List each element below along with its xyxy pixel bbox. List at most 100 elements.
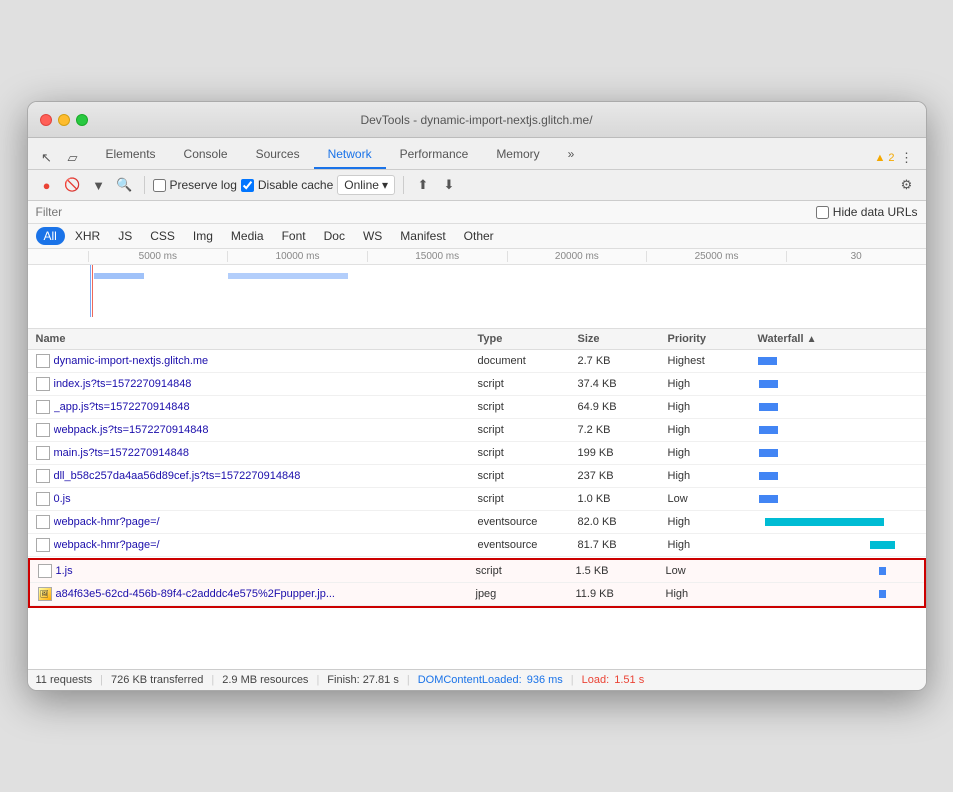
row-size-7: 82.0 KB bbox=[578, 516, 668, 528]
table-row[interactable]: _app.js?ts=1572270914848 script 64.9 KB … bbox=[28, 396, 926, 419]
table-row-highlighted-1[interactable]: 1.js script 1.5 KB Low bbox=[30, 560, 924, 583]
row-type-2: script bbox=[478, 401, 578, 413]
row-name-0: dynamic-import-nextjs.glitch.me bbox=[36, 354, 478, 368]
table-empty-space bbox=[28, 609, 926, 669]
table-row[interactable]: webpack-hmr?page=/ eventsource 81.7 KB H… bbox=[28, 534, 926, 557]
type-filter-img[interactable]: Img bbox=[185, 227, 221, 245]
table-row[interactable]: webpack.js?ts=1572270914848 script 7.2 K… bbox=[28, 419, 926, 442]
col-extra bbox=[898, 333, 918, 345]
row-priority-5: High bbox=[668, 470, 758, 482]
tab-more[interactable]: » bbox=[554, 141, 589, 169]
row-type-6: script bbox=[478, 493, 578, 505]
preserve-log-checkbox[interactable] bbox=[153, 179, 166, 192]
tab-elements[interactable]: Elements bbox=[92, 141, 170, 169]
row-type-0: document bbox=[478, 355, 578, 367]
export-button[interactable]: ⬇ bbox=[438, 174, 460, 196]
tab-sources[interactable]: Sources bbox=[242, 141, 314, 169]
inspect-tool[interactable]: ▱ bbox=[62, 147, 84, 169]
preserve-log-label[interactable]: Preserve log bbox=[153, 178, 237, 192]
filter-input[interactable] bbox=[36, 205, 116, 219]
throttle-select[interactable]: Online ▾ bbox=[337, 175, 395, 195]
tab-memory[interactable]: Memory bbox=[482, 141, 553, 169]
more-options-button[interactable]: ⋮ bbox=[896, 147, 918, 169]
table-row[interactable]: dll_b58c257da4aa56d89cef.js?ts=157227091… bbox=[28, 465, 926, 488]
minimize-button[interactable] bbox=[58, 114, 70, 126]
waterfall-bar-10 bbox=[879, 590, 886, 598]
tab-performance[interactable]: Performance bbox=[386, 141, 483, 169]
row-name-text-1: index.js?ts=1572270914848 bbox=[54, 378, 192, 390]
close-button[interactable] bbox=[40, 114, 52, 126]
timeline-ruler: 5000 ms 10000 ms 15000 ms 20000 ms 25000… bbox=[28, 249, 926, 265]
row-name-8: webpack-hmr?page=/ bbox=[36, 538, 478, 552]
window-title: DevTools - dynamic-import-nextjs.glitch.… bbox=[360, 113, 592, 127]
row-priority-0: Highest bbox=[668, 355, 758, 367]
import-button[interactable]: ⬆ bbox=[412, 174, 434, 196]
row-priority-2: High bbox=[668, 401, 758, 413]
row-waterfall-9 bbox=[756, 563, 896, 579]
type-filter-manifest[interactable]: Manifest bbox=[392, 227, 453, 245]
table-row[interactable]: webpack-hmr?page=/ eventsource 82.0 KB H… bbox=[28, 511, 926, 534]
hide-urls-checkbox[interactable] bbox=[816, 206, 829, 219]
type-filter-font[interactable]: Font bbox=[274, 227, 314, 245]
waterfall-bar-7 bbox=[765, 518, 884, 526]
type-filter-css[interactable]: CSS bbox=[142, 227, 183, 245]
record-button[interactable]: ● bbox=[36, 174, 58, 196]
type-filter-ws[interactable]: WS bbox=[355, 227, 390, 245]
type-filter-other[interactable]: Other bbox=[456, 227, 502, 245]
table-row[interactable]: index.js?ts=1572270914848 script 37.4 KB… bbox=[28, 373, 926, 396]
hide-urls-label[interactable]: Hide data URLs bbox=[816, 205, 918, 219]
col-name: Name bbox=[36, 333, 478, 345]
filter-bar: Hide data URLs bbox=[28, 201, 926, 224]
disable-cache-checkbox[interactable] bbox=[241, 179, 254, 192]
disable-cache-label[interactable]: Disable cache bbox=[241, 178, 333, 192]
timeline-segment-1 bbox=[94, 273, 144, 279]
row-priority-1: High bbox=[668, 378, 758, 390]
tab-console[interactable]: Console bbox=[170, 141, 242, 169]
separator-2 bbox=[403, 176, 404, 194]
row-icon-1 bbox=[36, 377, 50, 391]
filter-icon-button[interactable]: ▼ bbox=[88, 174, 110, 196]
row-name-text-10: a84f63e5-62cd-456b-89f4-c2adddc4e575%2Fp… bbox=[56, 588, 336, 600]
tick-5000: 5000 ms bbox=[88, 251, 228, 262]
devtools-window: DevTools - dynamic-import-nextjs.glitch.… bbox=[27, 101, 927, 691]
row-waterfall-4 bbox=[758, 445, 898, 461]
table-row[interactable]: dynamic-import-nextjs.glitch.me document… bbox=[28, 350, 926, 373]
row-type-8: eventsource bbox=[478, 539, 578, 551]
row-name-text-9: 1.js bbox=[56, 565, 73, 577]
clear-button[interactable]: 🚫 bbox=[62, 174, 84, 196]
row-icon-4 bbox=[36, 446, 50, 460]
row-priority-8: High bbox=[668, 539, 758, 551]
row-icon-7 bbox=[36, 515, 50, 529]
col-waterfall: Waterfall ▲ bbox=[758, 333, 898, 345]
row-type-4: script bbox=[478, 447, 578, 459]
search-button[interactable]: 🔍 bbox=[114, 174, 136, 196]
timeline-segment-2 bbox=[228, 273, 348, 279]
col-size: Size bbox=[578, 333, 668, 345]
table-row-highlighted-2[interactable]: 🖼 a84f63e5-62cd-456b-89f4-c2adddc4e575%2… bbox=[30, 583, 924, 606]
cursor-tool[interactable]: ↖ bbox=[36, 147, 58, 169]
row-size-6: 1.0 KB bbox=[578, 493, 668, 505]
row-size-1: 37.4 KB bbox=[578, 378, 668, 390]
table-row[interactable]: 0.js script 1.0 KB Low bbox=[28, 488, 926, 511]
waterfall-bar-3 bbox=[759, 426, 779, 434]
alert-badge[interactable]: ▲ 2 bbox=[874, 147, 896, 169]
row-size-9: 1.5 KB bbox=[576, 565, 666, 577]
type-filter-all[interactable]: All bbox=[36, 227, 65, 245]
load-time: Load: 1.51 s bbox=[582, 674, 645, 686]
tab-network[interactable]: Network bbox=[314, 141, 386, 169]
settings-button[interactable]: ⚙ bbox=[896, 174, 918, 196]
type-filter-doc[interactable]: Doc bbox=[316, 227, 353, 245]
waterfall-bar-6 bbox=[759, 495, 779, 503]
row-name-text-5: dll_b58c257da4aa56d89cef.js?ts=157227091… bbox=[54, 470, 301, 482]
row-type-3: script bbox=[478, 424, 578, 436]
type-filter-js[interactable]: JS bbox=[110, 227, 140, 245]
row-waterfall-0 bbox=[758, 353, 898, 369]
maximize-button[interactable] bbox=[76, 114, 88, 126]
row-waterfall-8 bbox=[758, 537, 898, 553]
type-filter-xhr[interactable]: XHR bbox=[67, 227, 108, 245]
type-filter-media[interactable]: Media bbox=[223, 227, 272, 245]
table-row[interactable]: main.js?ts=1572270914848 script 199 KB H… bbox=[28, 442, 926, 465]
separator-1 bbox=[144, 176, 145, 194]
sep-4: | bbox=[407, 674, 410, 686]
row-priority-4: High bbox=[668, 447, 758, 459]
